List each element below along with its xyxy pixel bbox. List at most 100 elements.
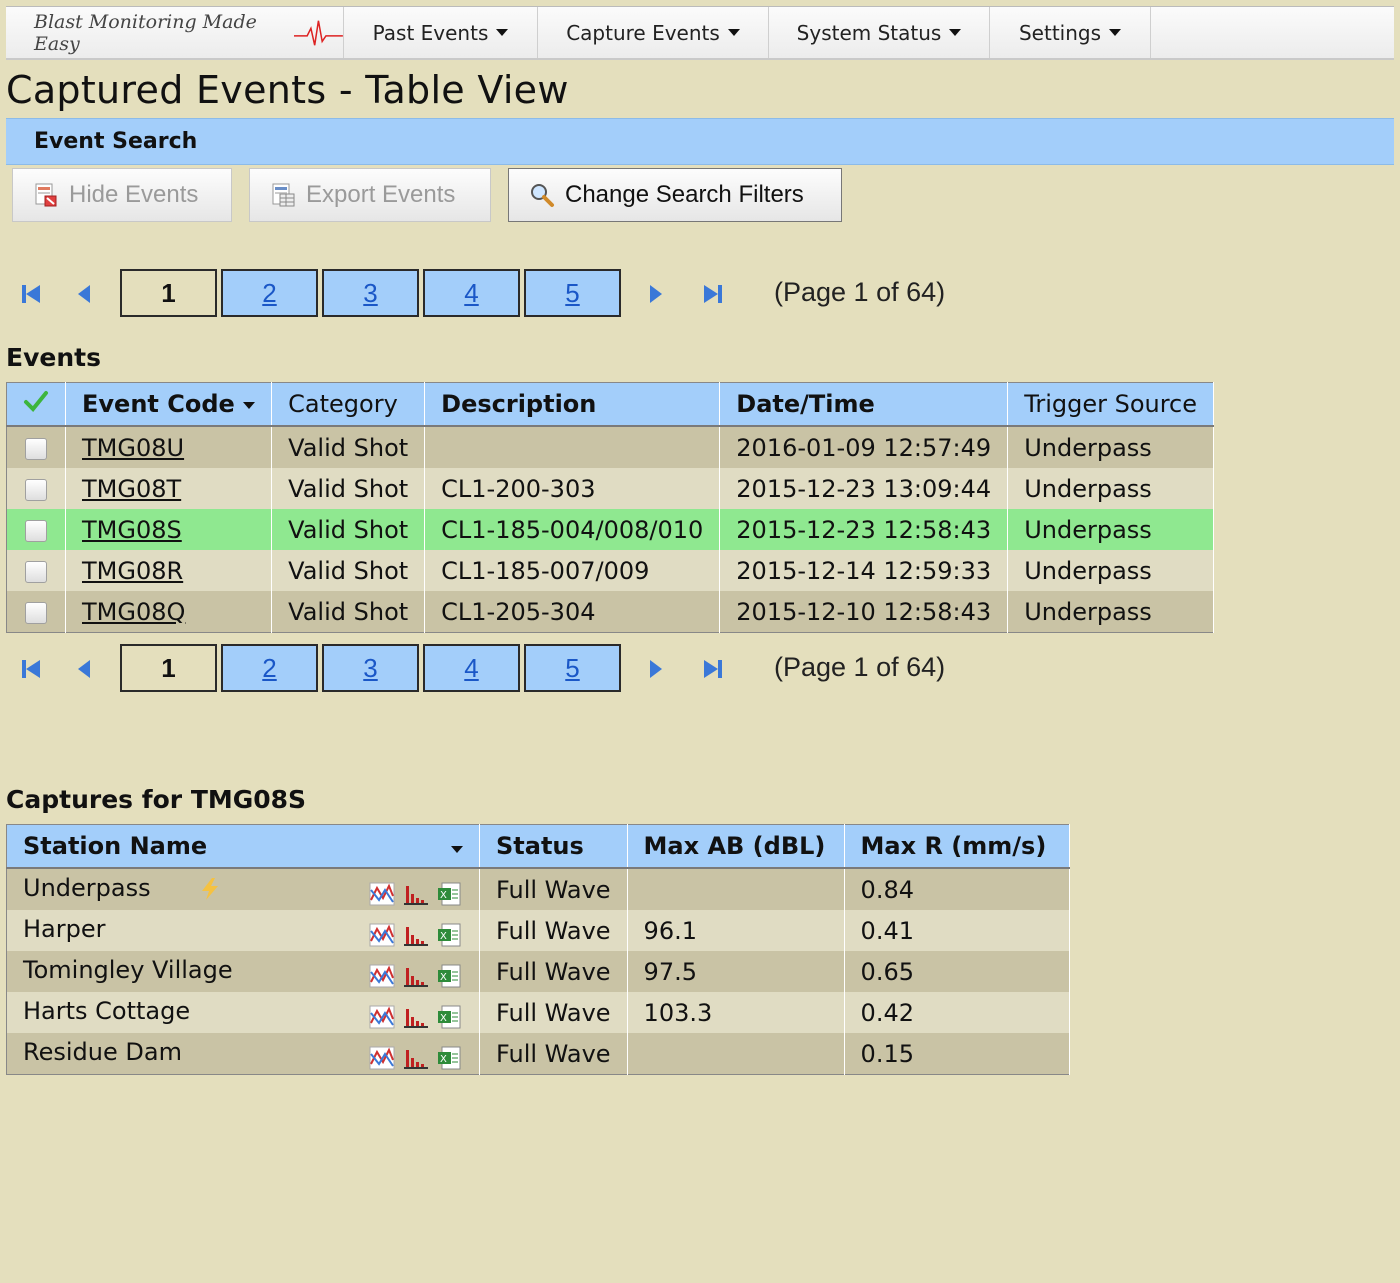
table-row[interactable]: TMG08Q Valid Shot CL1-205-304 2015-12-10… [6,591,1215,633]
spreadsheet-export-icon[interactable]: X [437,882,463,906]
svg-text:X: X [440,1013,447,1024]
histogram-icon[interactable] [403,923,429,947]
svg-text:X: X [440,972,447,983]
page-button-4[interactable]: 4 [423,644,520,692]
table-row[interactable]: Harper X Full Wave 96.1 0.41 [6,910,1071,951]
description-cell: CL1-185-004/008/010 [424,509,721,550]
column-header-datetime[interactable]: Date/Time [719,382,1009,427]
next-page-icon[interactable] [648,658,664,680]
events-table: Event Code Category Description Date/Tim… [6,382,1215,633]
table-row-selected[interactable]: TMG08S Valid Shot CL1-185-004/008/010 20… [6,509,1215,550]
first-page-icon[interactable] [20,658,42,680]
histogram-icon[interactable] [403,1046,429,1070]
event-code-link[interactable]: TMG08T [82,475,181,503]
spreadsheet-export-icon[interactable]: X [437,1046,463,1070]
nav-system-status-label: System Status [796,20,942,45]
max-ab-cell: 103.3 [627,992,845,1033]
row-checkbox[interactable] [25,478,47,501]
table-row[interactable]: TMG08R Valid Shot CL1-185-007/009 2015-1… [6,550,1215,591]
last-page-icon[interactable] [702,658,724,680]
hide-events-button[interactable]: Hide Events [12,168,232,222]
events-heading: Events [6,343,101,372]
histogram-icon[interactable] [403,882,429,906]
max-ab-cell [627,868,845,910]
page-button-3[interactable]: 3 [322,644,419,692]
column-header-trigger-source[interactable]: Trigger Source [1007,382,1215,427]
event-code-link[interactable]: TMG08R [82,557,183,585]
description-cell: CL1-185-007/009 [424,550,721,591]
captures-heading: Captures for TMG08S [6,785,307,814]
first-page-icon[interactable] [20,283,42,305]
nav-past-events-label: Past Events [372,20,489,45]
column-header-status[interactable]: Status [479,824,628,869]
dropdown-caret-icon[interactable] [451,846,463,853]
row-checkbox[interactable] [25,519,47,542]
last-page-icon[interactable] [702,283,724,305]
event-code-link[interactable]: TMG08Q [82,598,185,626]
column-header-max-ab[interactable]: Max AB (dBL) [627,824,845,869]
page-button-5[interactable]: 5 [524,644,621,692]
station-name: Underpass [23,873,151,902]
table-row[interactable]: Harts Cottage X Full Wave 103.3 0.42 [6,992,1071,1033]
max-r-cell: 0.15 [844,1033,1071,1075]
table-row[interactable]: TMG08T Valid Shot CL1-200-303 2015-12-23… [6,468,1215,509]
table-row[interactable]: Residue Dam X Full Wave 0.15 [6,1033,1071,1075]
table-row[interactable]: TMG08U Valid Shot 2016-01-09 12:57:49 Un… [6,426,1215,468]
pager-top: 1 2 3 4 5 (Page 1 of 64) [6,269,966,319]
column-header-category[interactable]: Category [271,382,426,427]
event-code-link[interactable]: TMG08S [82,516,182,544]
waveform-chart-icon[interactable] [369,964,395,988]
spreadsheet-export-icon[interactable]: X [437,923,463,947]
sort-down-icon[interactable] [243,401,256,409]
page-button-1[interactable]: 1 [120,644,217,692]
spreadsheet-export-icon[interactable]: X [437,1005,463,1029]
page-info: (Page 1 of 64) [774,277,946,307]
previous-page-icon[interactable] [76,658,92,680]
column-header-max-r[interactable]: Max R (mm/s) [844,824,1071,869]
magnifier-icon [531,184,554,207]
description-cell: CL1-205-304 [424,591,721,633]
table-row[interactable]: Underpass X Full Wave 0.84 [6,868,1071,910]
nav-settings[interactable]: Settings [990,7,1151,58]
event-search-panel-header[interactable]: Event Search [6,118,1394,165]
nav-system-status[interactable]: System Status [769,7,990,58]
histogram-icon[interactable] [403,1005,429,1029]
page-button-1[interactable]: 1 [120,269,217,317]
page-button-4[interactable]: 4 [423,269,520,317]
svg-text:X: X [440,890,447,901]
nav-capture-events[interactable]: Capture Events [538,7,769,58]
row-checkbox[interactable] [25,601,47,624]
waveform-chart-icon[interactable] [369,882,395,906]
heartbeat-icon [294,20,343,45]
histogram-icon[interactable] [403,964,429,988]
page-button-2[interactable]: 2 [221,269,318,317]
table-row[interactable]: Tomingley Village X Full Wave 97.5 0.65 [6,951,1071,992]
page-button-3[interactable]: 3 [322,269,419,317]
svg-text:X: X [440,1054,447,1065]
status-cell: Full Wave [479,868,628,910]
status-cell: Full Wave [479,951,628,992]
waveform-chart-icon[interactable] [369,923,395,947]
export-events-button[interactable]: Export Events [249,168,491,222]
row-checkbox[interactable] [25,437,47,460]
page-button-5[interactable]: 5 [524,269,621,317]
column-header-description[interactable]: Description [424,382,721,427]
event-code-link[interactable]: TMG08U [82,434,184,462]
row-checkbox[interactable] [25,560,47,583]
waveform-chart-icon[interactable] [369,1005,395,1029]
max-ab-cell: 97.5 [627,951,845,992]
column-header-station-name[interactable]: Station Name [6,824,480,869]
column-header-event-code[interactable]: Event Code [65,382,273,427]
change-search-filters-button[interactable]: Change Search Filters [508,168,842,222]
brand-logo[interactable]: Blast Monitoring Made Easy [6,7,344,58]
nav-past-events[interactable]: Past Events [344,7,538,58]
spreadsheet-export-icon[interactable]: X [437,964,463,988]
next-page-icon[interactable] [648,283,664,305]
checkmark-icon[interactable] [23,390,49,412]
select-all-header[interactable] [6,382,66,427]
station-cell: Tomingley Village X [6,951,480,992]
page-button-2[interactable]: 2 [221,644,318,692]
previous-page-icon[interactable] [76,283,92,305]
caret-down-icon [949,29,962,36]
waveform-chart-icon[interactable] [369,1046,395,1070]
